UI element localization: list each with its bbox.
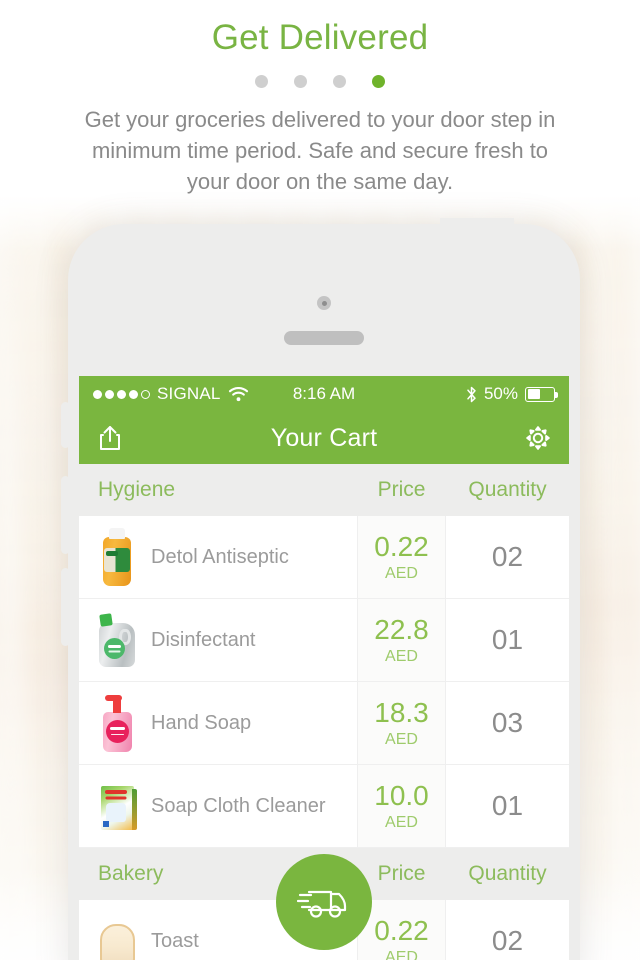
carrier-label: SIGNAL — [157, 384, 221, 403]
pager-dot-3[interactable] — [333, 74, 346, 88]
signal-strength-icon — [93, 389, 150, 399]
table-row[interactable]: Soap Cloth Cleaner 10.0 AED 01 — [79, 765, 569, 848]
page-title: Get Delivered — [211, 18, 429, 57]
pager-dot-4-active[interactable] — [372, 74, 385, 88]
earpiece-speaker — [284, 331, 364, 345]
item-price-cell: 10.0 AED — [357, 765, 446, 847]
item-label: Soap Cloth Cleaner — [151, 794, 326, 817]
hand-soap-dispenser-icon — [95, 692, 139, 754]
item-quantity-cell: 03 — [491, 707, 524, 738]
item-name-cell: Soap Cloth Cleaner — [79, 765, 357, 847]
detergent-box-icon — [95, 775, 139, 837]
column-header-quantity: Quantity — [468, 862, 547, 885]
item-label: Disinfectant — [151, 628, 256, 651]
item-label: Hand Soap — [151, 711, 252, 734]
front-camera-icon — [317, 296, 331, 310]
item-name-cell: Hand Soap — [79, 682, 357, 764]
item-name-cell: Disinfectant — [79, 599, 357, 681]
phone-volume-down-button[interactable] — [61, 568, 70, 646]
price-value: 18.3 — [374, 696, 429, 728]
delivery-truck-icon — [297, 882, 351, 922]
pager-dots — [0, 74, 640, 88]
price-currency: AED — [385, 564, 418, 582]
phone-volume-up-button[interactable] — [61, 476, 70, 554]
section-header-hygiene: Hygiene Price Quantity — [79, 464, 569, 516]
item-quantity-cell: 01 — [491, 624, 524, 655]
column-header-price: Price — [377, 478, 426, 501]
item-name-cell: Detol Antiseptic — [79, 516, 357, 598]
item-label: Toast — [151, 929, 199, 952]
column-header-quantity: Quantity — [468, 478, 547, 501]
status-bar: SIGNAL 8:16 AM 50% — [79, 376, 569, 412]
pager-dot-1[interactable] — [255, 74, 268, 88]
phone-mute-switch[interactable] — [61, 402, 70, 448]
phone-mockup: SIGNAL 8:16 AM 50% Your Cart Hygiene Pri… — [61, 218, 580, 960]
delivery-truck-fab-button[interactable] — [276, 854, 372, 950]
app-nav-bar: Your Cart — [79, 412, 569, 464]
price-value: 10.0 — [374, 779, 429, 811]
hero-description: Get your groceries delivered to your doo… — [84, 106, 556, 194]
app-screen: SIGNAL 8:16 AM 50% Your Cart Hygiene Pri… — [79, 376, 569, 960]
item-price-cell: 22.8 AED — [357, 599, 446, 681]
battery-percent-label: 50% — [483, 384, 518, 403]
item-label: Detol Antiseptic — [151, 545, 289, 568]
gear-icon[interactable] — [523, 423, 553, 453]
disinfectant-jug-icon — [95, 609, 139, 671]
pager-dot-2[interactable] — [294, 74, 307, 88]
price-currency: AED — [385, 647, 418, 665]
share-icon[interactable] — [95, 423, 125, 453]
section-title: Hygiene — [98, 478, 176, 501]
table-row[interactable]: Disinfectant 22.8 AED 01 — [79, 599, 569, 682]
item-quantity-cell: 01 — [491, 790, 524, 821]
bluetooth-icon — [466, 386, 477, 403]
price-value: 22.8 — [374, 613, 429, 645]
table-row[interactable]: Hand Soap 18.3 AED 03 — [79, 682, 569, 765]
item-quantity-cell: 02 — [491, 925, 524, 956]
price-currency: AED — [385, 813, 418, 831]
toast-bread-icon — [95, 910, 139, 960]
column-header-price: Price — [377, 862, 426, 885]
price-currency: AED — [385, 730, 418, 748]
phone-top-notch — [440, 218, 514, 228]
price-value: 0.22 — [374, 530, 429, 562]
wifi-icon — [228, 386, 249, 402]
price-currency: AED — [385, 948, 418, 960]
dettol-antiseptic-bottle-icon — [95, 526, 139, 588]
price-value: 0.22 — [374, 914, 429, 946]
item-price-cell: 18.3 AED — [357, 682, 446, 764]
item-quantity-cell: 02 — [491, 541, 524, 572]
battery-icon — [525, 386, 558, 402]
app-title: Your Cart — [270, 423, 378, 452]
hero-section: Get Delivered Get your groceries deliver… — [0, 0, 640, 197]
item-price-cell: 0.22 AED — [357, 516, 446, 598]
table-row[interactable]: Detol Antiseptic 0.22 AED 02 — [79, 516, 569, 599]
onboarding-screen: Get Delivered Get your groceries deliver… — [0, 0, 640, 960]
